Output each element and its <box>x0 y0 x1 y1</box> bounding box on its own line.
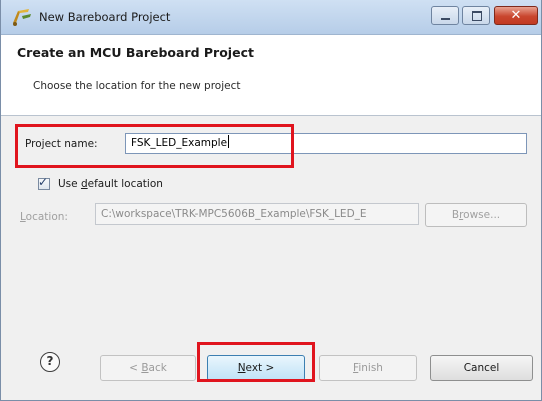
checkmark-icon: ✓ <box>38 175 49 189</box>
minimize-icon <box>441 18 450 20</box>
maximize-icon <box>472 11 482 21</box>
close-button[interactable]: ✕ <box>494 6 538 25</box>
minimize-button[interactable] <box>431 6 459 25</box>
page-title: Create an MCU Bareboard Project <box>17 45 254 60</box>
project-name-value: FSK_LED_Example <box>131 137 228 149</box>
browse-button[interactable]: Browse... <box>425 203 527 227</box>
help-button[interactable]: ? <box>40 352 60 372</box>
maximize-button[interactable] <box>462 6 490 25</box>
page-description: Choose the location for the new project <box>33 80 241 92</box>
new-project-wizard-icon <box>13 9 31 26</box>
wizard-banner: Create an MCU Bareboard Project Choose t… <box>1 35 541 116</box>
text-caret <box>228 135 230 148</box>
back-button[interactable]: < Back <box>100 355 196 381</box>
use-default-location-checkbox[interactable]: ✓ <box>38 175 50 190</box>
window-title: New Bareboard Project <box>39 10 171 24</box>
project-name-input[interactable]: FSK_LED_Example <box>125 133 527 154</box>
new-project-dialog: New Bareboard Project ✕ Create an MCU Ba… <box>0 0 542 401</box>
location-input[interactable]: C:\workspace\TRK-MPC5606B_Example\FSK_LE… <box>95 203 419 225</box>
project-name-label: Project name: <box>25 138 98 150</box>
title-bar[interactable]: New Bareboard Project ✕ <box>1 0 541 35</box>
use-default-location-label: Use default location <box>58 178 163 190</box>
cancel-button[interactable]: Cancel <box>430 355 533 381</box>
location-label: Location: <box>20 211 68 223</box>
close-icon: ✕ <box>510 8 522 23</box>
finish-button[interactable]: Finish <box>319 355 417 381</box>
next-button[interactable]: Next > <box>207 355 305 381</box>
